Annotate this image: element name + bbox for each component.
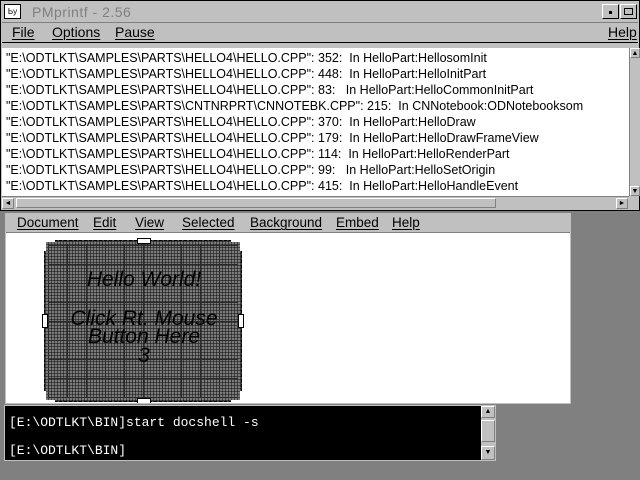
menu-options[interactable]: Options xyxy=(52,24,100,41)
part-text-count: 3 xyxy=(138,344,150,367)
scroll-right-icon[interactable]: ► xyxy=(616,198,628,209)
corner-marker xyxy=(44,240,55,251)
scroll-thumb[interactable] xyxy=(481,420,495,442)
resize-handle-bottom[interactable] xyxy=(137,398,151,403)
pmprintf-window: Ьу PMprintf - 2.56 File Options Pause He… xyxy=(0,0,640,211)
hello-part-frame[interactable]: Hello World! Click Rt. Mouse Button Here… xyxy=(42,238,244,403)
menu-pause[interactable]: Pause xyxy=(115,24,155,41)
scroll-thumb[interactable] xyxy=(16,198,496,208)
menu-document[interactable]: Document xyxy=(17,214,79,231)
minimize-button[interactable] xyxy=(602,4,619,19)
trace-line[interactable]: "E:\ODTLKT\SAMPLES\PARTS\CNTNRPRT\CNNOTE… xyxy=(6,98,583,114)
document-canvas[interactable]: Hello World! Click Rt. Mouse Button Here… xyxy=(6,233,570,403)
scroll-down-icon[interactable]: ▼ xyxy=(630,186,640,196)
menu-help[interactable]: Help xyxy=(608,24,637,41)
trace-line[interactable]: "E:\ODTLKT\SAMPLES\PARTS\HELLO4\HELLO.CP… xyxy=(6,178,518,194)
menu-file[interactable]: File xyxy=(12,24,35,41)
menu-selected[interactable]: Selected xyxy=(182,214,235,231)
horizontal-scrollbar[interactable]: ◄ ► xyxy=(2,196,629,210)
scroll-left-icon[interactable]: ◄ xyxy=(2,198,14,209)
maximize-button[interactable] xyxy=(620,4,637,19)
menu-view[interactable]: View xyxy=(135,214,164,231)
corner-marker xyxy=(231,391,242,402)
system-menu-icon[interactable]: Ьу xyxy=(4,4,21,19)
scroll-down-icon[interactable]: ▼ xyxy=(481,446,495,460)
menu-embed[interactable]: Embed xyxy=(336,214,379,231)
scroll-up-icon[interactable]: ▲ xyxy=(481,406,495,418)
vertical-scrollbar[interactable]: ▲ ▼ xyxy=(629,48,640,196)
command-scrollbar[interactable]: ▲ ▼ xyxy=(481,406,495,460)
trace-line[interactable]: "E:\ODTLKT\SAMPLES\PARTS\HELLO4\HELLO.CP… xyxy=(6,114,476,130)
window-title: PMprintf - 2.56 xyxy=(32,4,132,20)
command-prompt[interactable]: [E:\ODTLKT\BIN] xyxy=(9,443,126,459)
command-line: [E:\ODTLKT\BIN]start docshell -s xyxy=(9,415,259,430)
command-prompt-window[interactable]: [E:\ODTLKT\BIN]start docshell -s [E:\ODT… xyxy=(4,405,496,461)
trace-output-list[interactable]: "E:\ODTLKT\SAMPLES\PARTS\HELLO4\HELLO.CP… xyxy=(2,48,629,196)
corner-marker xyxy=(231,240,242,251)
docshell-window: Document Edit View Selected Background E… xyxy=(4,212,572,405)
part-text-hello: Hello World! xyxy=(86,268,202,291)
trace-line[interactable]: "E:\ODTLKT\SAMPLES\PARTS\HELLO4\HELLO.CP… xyxy=(6,162,495,178)
trace-line[interactable]: "E:\ODTLKT\SAMPLES\PARTS\HELLO4\HELLO.CP… xyxy=(6,66,486,82)
trace-line[interactable]: "E:\ODTLKT\SAMPLES\PARTS\HELLO4\HELLO.CP… xyxy=(6,82,533,98)
scroll-up-icon[interactable]: ▲ xyxy=(630,48,640,58)
corner-marker xyxy=(44,391,55,402)
menu-help[interactable]: Help xyxy=(392,214,420,231)
trace-line[interactable]: "E:\ODTLKT\SAMPLES\PARTS\HELLO4\HELLO.CP… xyxy=(6,146,510,162)
docshell-menubar: Document Edit View Selected Background E… xyxy=(6,213,570,233)
trace-line[interactable]: "E:\ODTLKT\SAMPLES\PARTS\HELLO4\HELLO.CP… xyxy=(6,50,487,66)
pmprintf-titlebar[interactable]: Ьу PMprintf - 2.56 xyxy=(2,2,638,23)
pmprintf-menubar: File Options Pause Help xyxy=(2,23,638,43)
menu-edit[interactable]: Edit xyxy=(93,214,116,231)
resize-handle-top[interactable] xyxy=(137,238,151,244)
menu-background[interactable]: Background xyxy=(250,214,322,231)
trace-line[interactable]: "E:\ODTLKT\SAMPLES\PARTS\HELLO4\HELLO.CP… xyxy=(6,130,539,146)
